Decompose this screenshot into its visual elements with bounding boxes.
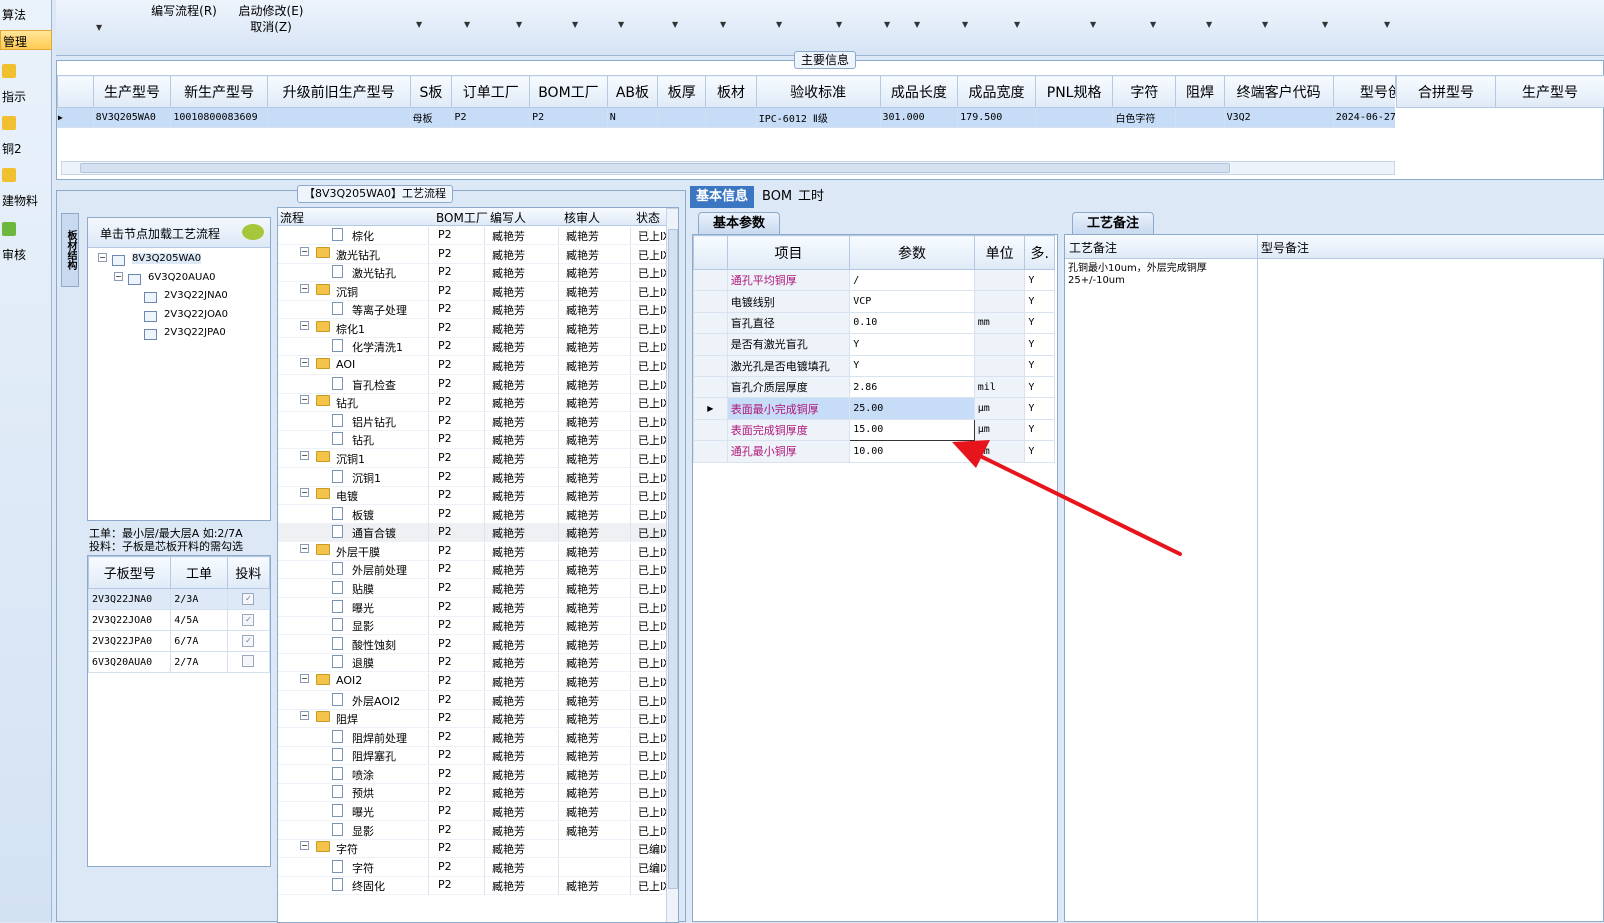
red-arrow-annotation <box>952 440 1182 556</box>
